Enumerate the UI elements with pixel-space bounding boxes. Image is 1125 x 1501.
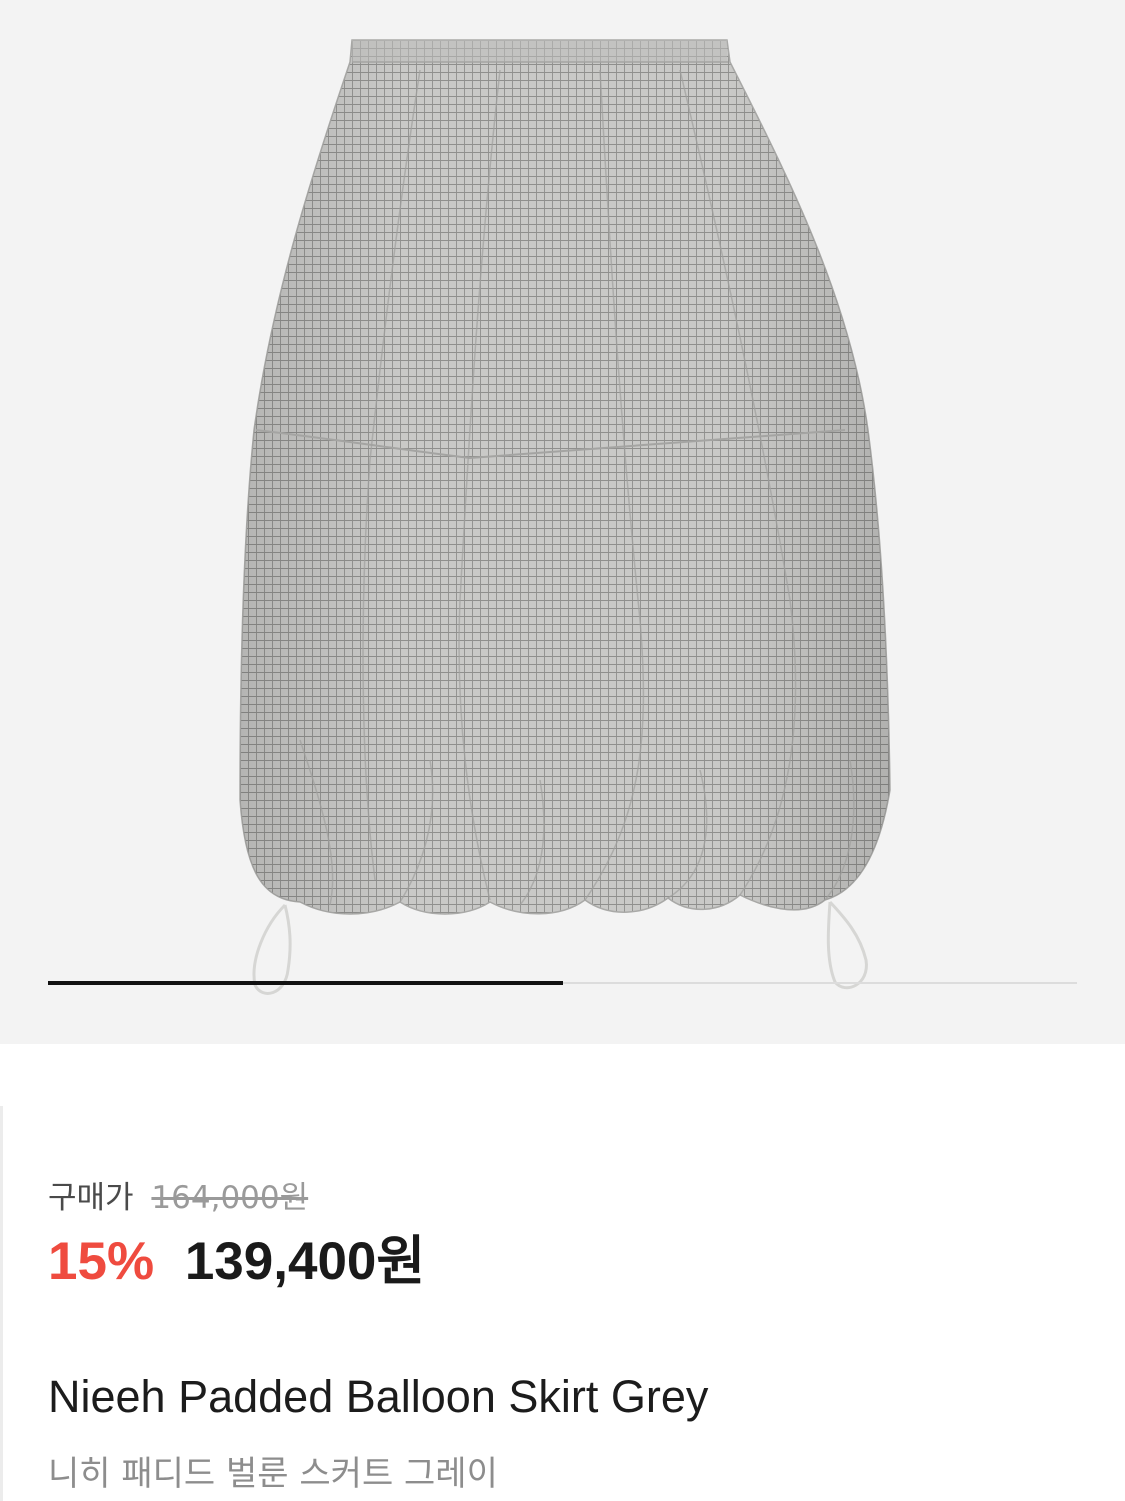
product-name-ko: 니히 패디드 벌룬 스커트 그레이 [48,1454,498,1494]
product-name-en: Nieeh Padded Balloon Skirt Grey [48,1371,709,1422]
price-label: 구매가 [48,1180,134,1216]
sale-price: 139,400원 [184,1232,426,1291]
gallery-progress-indicator [48,981,563,985]
original-price: 164,000원 [151,1180,309,1216]
product-info: 구매가 164,000원 15% 139,400원 Nieeh Padded B… [0,1044,1125,1501]
sale-price-row: 15% 139,400원 [48,1230,425,1294]
original-price-row: 구매가 164,000원 [48,1172,308,1217]
discount-rate: 15% [48,1232,155,1291]
divider [0,1106,3,1501]
product-image [239,39,891,995]
product-image-gallery[interactable] [0,0,1125,1044]
gallery-progress-bar[interactable] [48,981,1077,985]
